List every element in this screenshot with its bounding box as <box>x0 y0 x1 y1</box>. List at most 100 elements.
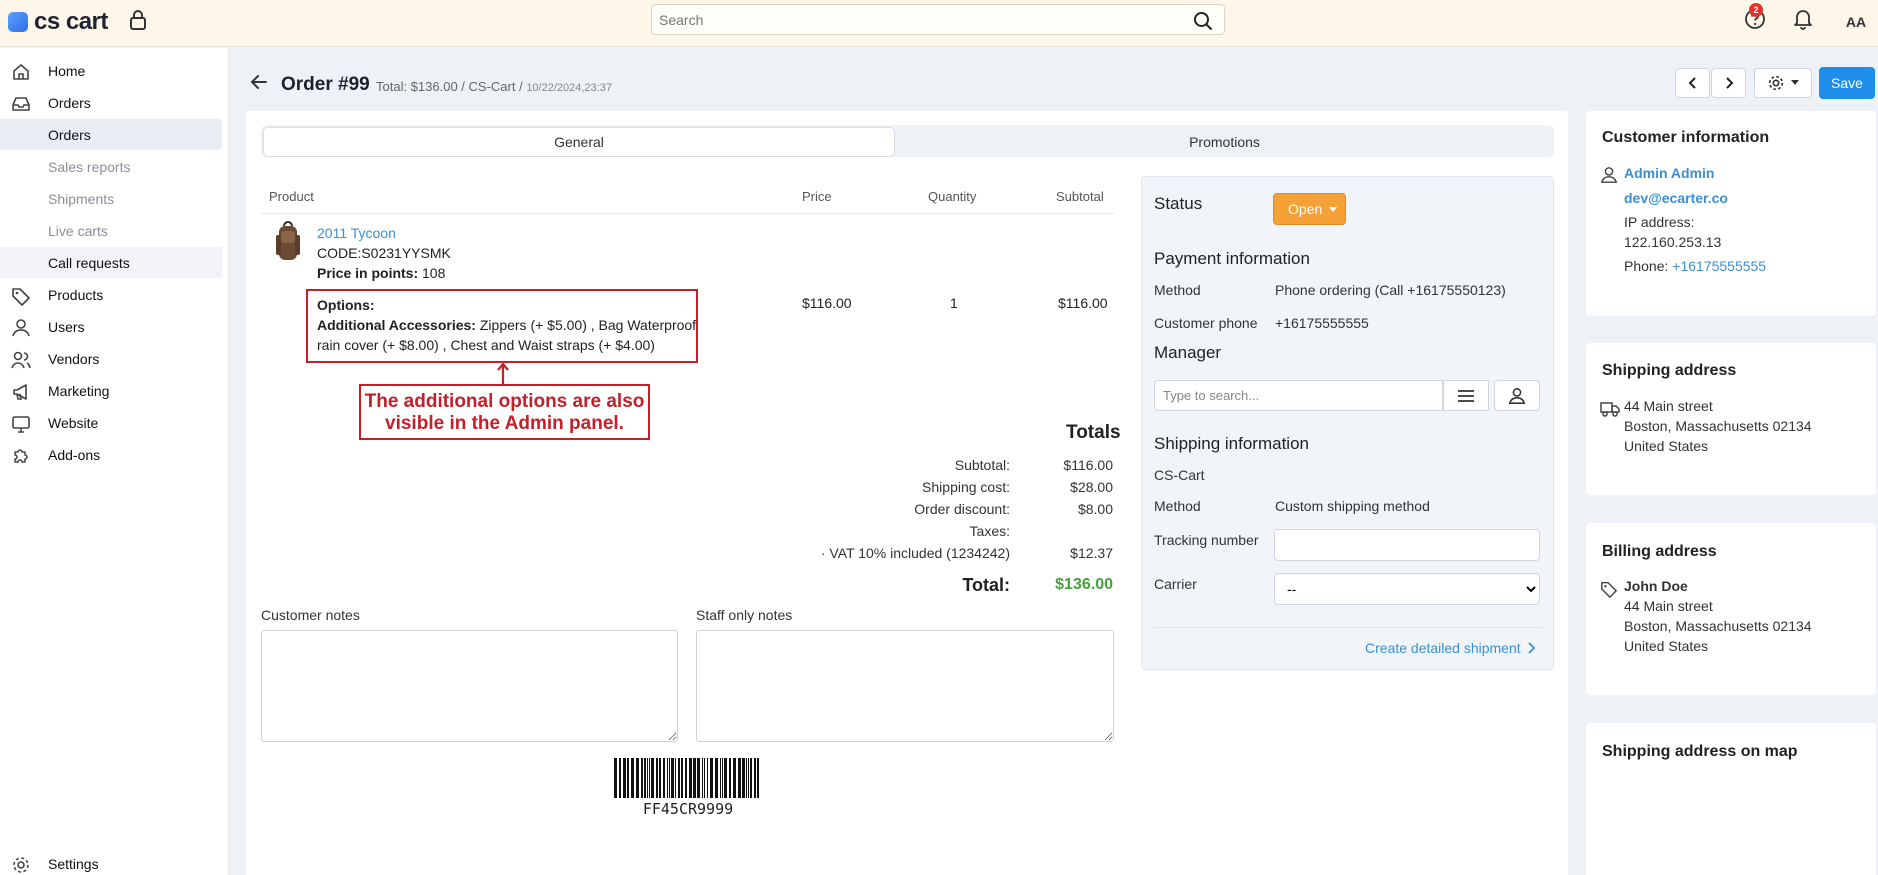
sidebar-subitem-sales-reports[interactable]: Sales reports <box>0 151 222 182</box>
manager-search-input[interactable] <box>1154 380 1443 411</box>
sidebar-item-label: Home <box>48 63 86 79</box>
customer-name-link[interactable]: Admin Admin <box>1624 163 1714 183</box>
sidebar-item-label: Live carts <box>48 222 108 239</box>
sidebar-item-label: Call requests <box>48 254 130 271</box>
status-panel-divider <box>1154 627 1542 628</box>
sidebar-item-label: Sales reports <box>48 158 131 175</box>
shipping-info-title: Shipping information <box>1154 434 1309 453</box>
logo-mark-icon <box>8 12 28 32</box>
shipping-cost-label: Shipping cost: <box>922 479 1010 495</box>
carrier-label: Carrier <box>1154 576 1197 592</box>
order-meta-total: Total: $136.00 / CS-Cart / <box>376 79 523 94</box>
sidebar-item-users[interactable]: Users <box>0 312 222 342</box>
inbox-icon <box>12 97 30 111</box>
sidebar-item-website[interactable]: Website <box>0 408 222 438</box>
page-title: Order #99 <box>281 74 370 95</box>
search-box[interactable] <box>651 4 1225 35</box>
billing-address-line-1: 44 Main street <box>1624 598 1713 614</box>
avatar[interactable]: AA <box>1840 7 1872 37</box>
product-name-link[interactable]: 2011 Tycoon <box>317 225 396 241</box>
billing-address-title: Billing address <box>1602 543 1717 560</box>
tracking-number-input[interactable] <box>1274 529 1540 561</box>
list-icon <box>1458 389 1474 402</box>
sidebar-item-label: Shipments <box>48 190 115 207</box>
sidebar-item-marketing[interactable]: Marketing <box>0 376 222 406</box>
user-icon <box>12 319 30 337</box>
search-input[interactable] <box>652 5 1224 34</box>
bell-icon[interactable] <box>1793 8 1813 30</box>
annotation-line-2: visible in the Admin panel. <box>385 413 624 434</box>
subtotal-value: $116.00 <box>1063 457 1113 473</box>
sidebar-item-settings[interactable]: Settings <box>0 849 222 875</box>
product-thumbnail[interactable] <box>270 221 306 265</box>
billing-address-line-3: United States <box>1624 638 1709 654</box>
payment-method-label: Method <box>1154 282 1201 298</box>
save-button[interactable]: Save <box>1819 67 1875 99</box>
points-value: 108 <box>422 265 446 281</box>
next-order-button[interactable] <box>1711 68 1746 98</box>
sidebar-item-label: Products <box>48 287 104 303</box>
vat-label: · VAT 10% included (1234242) <box>820 545 1010 561</box>
sidebar-subitem-call-requests[interactable]: Call requests <box>0 247 222 278</box>
grand-total-value: $136.00 <box>1055 576 1113 593</box>
subtotal-label: Subtotal: <box>954 457 1010 473</box>
truck-icon <box>1600 402 1620 417</box>
sidebar-subitem-shipments[interactable]: Shipments <box>0 183 222 214</box>
manager-list-button[interactable] <box>1443 380 1489 411</box>
order-date: 10/22/2024,23:37 <box>526 82 612 94</box>
puzzle-icon <box>14 449 28 463</box>
payment-method-value: Phone ordering (Call +16175550123) <box>1275 282 1506 298</box>
sidebar-item-vendors[interactable]: Vendors <box>0 344 222 374</box>
notification-count-badge: 2 <box>1749 3 1763 17</box>
product-price: $116.00 <box>802 295 852 311</box>
staff-notes-textarea[interactable] <box>696 630 1114 742</box>
column-header-price: Price <box>802 189 832 204</box>
gear-icon <box>1768 75 1784 91</box>
billing-name: John Doe <box>1624 578 1688 594</box>
sidebar-item-orders[interactable]: Orders <box>0 88 222 118</box>
status-value: Open <box>1288 201 1323 217</box>
chevron-left-icon <box>1688 77 1696 89</box>
sidebar-item-label: Vendors <box>48 351 100 367</box>
tab-promotions[interactable]: Promotions <box>897 127 1552 157</box>
sidebar-subitem-orders[interactable]: Orders <box>0 119 222 150</box>
grand-total-label: Total: <box>962 575 1010 595</box>
status-dropdown-button[interactable]: Open <box>1273 193 1346 225</box>
tab-bar: General Promotions <box>261 125 1554 157</box>
shipping-address-line-1: 44 Main street <box>1624 398 1713 414</box>
home-icon <box>13 64 29 80</box>
prev-order-button[interactable] <box>1675 68 1710 98</box>
sidebar-item-addons[interactable]: Add-ons <box>0 440 222 470</box>
logo[interactable]: cs cart <box>8 8 108 36</box>
shipping-cost-value: $28.00 <box>1070 479 1113 495</box>
taxes-label: Taxes: <box>969 523 1010 539</box>
customer-email-link[interactable]: dev@ecarter.co <box>1624 188 1728 208</box>
product-code: CODE:S0231YYSMK <box>317 245 451 261</box>
billing-address-line-2: Boston, Massachusetts 02134 <box>1624 618 1812 634</box>
lock-icon[interactable] <box>128 9 148 31</box>
product-points: Price in points: 108 <box>317 265 445 281</box>
tag-icon <box>12 288 30 306</box>
carrier-select[interactable]: -- <box>1274 573 1540 605</box>
settings-dropdown-button[interactable] <box>1754 68 1812 98</box>
user-icon <box>1600 167 1618 183</box>
monitor-icon <box>12 416 30 433</box>
sidebar-item-label: Users <box>48 319 85 335</box>
product-options: Options: Additional Accessories: Zippers… <box>317 295 697 355</box>
create-detailed-shipment-link[interactable]: Create detailed shipment <box>1365 640 1535 656</box>
search-icon[interactable] <box>1193 11 1213 31</box>
accessories-label: Additional Accessories: <box>317 317 476 333</box>
annotation-line-1: The additional options are also <box>364 391 645 412</box>
caret-down-icon <box>1329 207 1337 212</box>
phone-link[interactable]: +16175555555 <box>1672 258 1766 274</box>
assign-manager-button[interactable] <box>1494 380 1540 411</box>
customer-notes-textarea[interactable] <box>261 630 678 742</box>
sidebar-subitem-live-carts[interactable]: Live carts <box>0 215 222 246</box>
sidebar-item-products[interactable]: Products <box>0 280 222 310</box>
table-header-divider <box>261 213 1114 214</box>
sidebar-item-label: Website <box>48 415 99 431</box>
sidebar-item-home[interactable]: Home <box>0 56 222 86</box>
back-arrow-icon[interactable] <box>250 73 268 91</box>
tag-icon <box>1601 581 1617 598</box>
tab-general[interactable]: General <box>263 127 895 157</box>
